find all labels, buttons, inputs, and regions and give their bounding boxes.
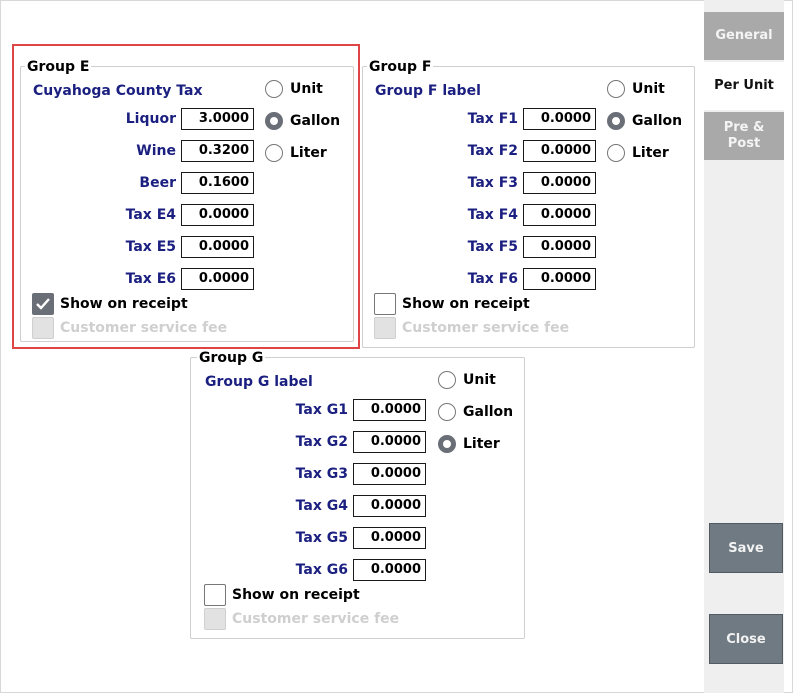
group-f-title: Group F [367,59,434,75]
tab-per-unit[interactable]: Per Unit [704,62,784,110]
group-g-show-on-receipt-checkbox[interactable]: Show on receipt [204,583,360,607]
group-g-row-input[interactable]: 0.0000 [353,527,426,549]
checkbox-disabled-icon [204,608,226,630]
group-f-radio-gallon[interactable]: Gallon [607,110,682,132]
group-g-row-label: Tax G1 [295,402,348,418]
radio-label: Liter [463,436,500,452]
checkbox-label: Customer service fee [232,611,400,627]
radio-circle-icon [607,80,625,98]
radio-circle-icon [607,144,625,162]
group-f-radio-liter[interactable]: Liter [607,142,669,164]
radio-label: Unit [632,81,665,97]
close-button[interactable]: Close [709,614,783,664]
group-f-row-input[interactable]: 0.0000 [523,204,596,226]
group-g-row-label: Tax G2 [295,434,348,450]
group-f-row-label: Tax F4 [467,207,518,223]
group-g-row-input[interactable]: 0.0000 [353,399,426,421]
tab-pre-post[interactable]: Pre & Post [704,112,784,160]
group-g-row-input[interactable]: 0.0000 [353,463,426,485]
group-g-row-label: Tax G5 [295,530,348,546]
radio-selected-icon [607,112,625,130]
group-g-radio-gallon[interactable]: Gallon [438,401,513,423]
radio-circle-icon [438,371,456,389]
group-f-row-label: Tax F5 [467,239,518,255]
group-f-row-label: Tax F6 [467,271,518,287]
group-f-show-on-receipt-checkbox[interactable]: Show on receipt [374,292,530,316]
group-f-row-input[interactable]: 0.0000 [523,236,596,258]
group-f-row-label: Tax F3 [467,175,518,191]
checkbox-empty-icon [204,584,226,606]
group-f-row-input[interactable]: 0.0000 [523,172,596,194]
radio-selected-icon [438,435,456,453]
group-f-row-input[interactable]: 0.0000 [523,108,596,130]
group-f-row-label: Tax F1 [467,111,518,127]
checkbox-label: Show on receipt [402,296,530,312]
tab-pre-post-label: Pre & Post [723,120,765,151]
group-f-customer-service-fee-checkbox: Customer service fee [374,316,569,340]
group-g-row-input[interactable]: 0.0000 [353,431,426,453]
checkbox-empty-icon [374,293,396,315]
group-f-row-input[interactable]: 0.0000 [523,140,596,162]
group-g-row-label: Tax G3 [295,466,348,482]
group-g-row-input[interactable]: 0.0000 [353,495,426,517]
checkbox-disabled-icon [374,317,396,339]
group-g-customer-service-fee-checkbox: Customer service fee [204,607,399,631]
radio-label: Unit [463,372,496,388]
radio-label: Gallon [632,113,683,129]
group-g-row-input[interactable]: 0.0000 [353,559,426,581]
radio-label: Gallon [463,404,514,420]
group-f-label[interactable]: Group F label [375,82,481,100]
group-g-radio-unit[interactable]: Unit [438,369,496,391]
group-g-row-label: Tax G6 [295,562,348,578]
checkbox-label: Customer service fee [402,320,570,336]
radio-label: Liter [632,145,669,161]
group-g-row-label: Tax G4 [295,498,348,514]
tab-general[interactable]: General [704,12,784,60]
group-g-radio-liter[interactable]: Liter [438,433,500,455]
group-g-title: Group G [197,350,266,366]
checkbox-label: Show on receipt [232,587,360,603]
save-button[interactable]: Save [709,523,783,573]
highlight-box [12,44,360,349]
group-f-row-label: Tax F2 [467,143,518,159]
group-f-row-input[interactable]: 0.0000 [523,268,596,290]
group-f-radio-unit[interactable]: Unit [607,78,665,100]
radio-circle-icon [438,403,456,421]
group-g-label[interactable]: Group G label [205,373,313,391]
